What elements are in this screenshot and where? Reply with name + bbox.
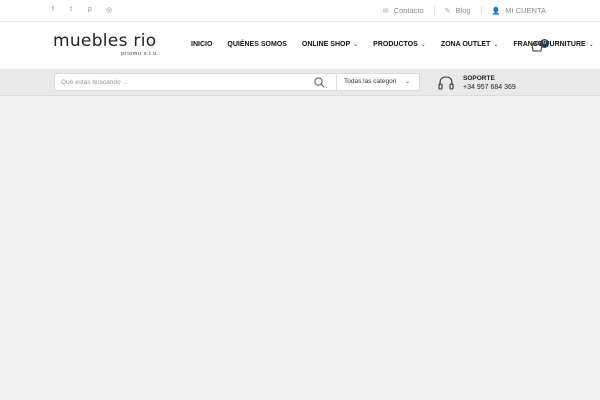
social-links: f t p ◎	[52, 6, 124, 14]
chevron-down-icon[interactable]: ⌄	[405, 78, 410, 85]
top-bar: f t p ◎ ✉ Contacto ✎ Blog 👤 MI CUENTA	[0, 0, 600, 22]
nav-item-online-shop[interactable]: ONLINE SHOP ⌄	[302, 41, 358, 48]
category-select[interactable]: Todas las categori	[344, 78, 396, 85]
chevron-down-icon: ⌄	[353, 42, 359, 48]
twitter-icon[interactable]: t	[70, 6, 88, 14]
support-block: SOPORTE +34 957 684 369	[437, 74, 516, 92]
user-icon: 👤	[491, 7, 501, 15]
instagram-icon[interactable]: ◎	[106, 6, 124, 14]
search-form: Todas las categori ⌄	[54, 73, 420, 91]
nav-item-franco-furniture[interactable]: FRANCO FURNITURE ⌄	[513, 41, 593, 48]
nav-item-label: ZONA OUTLET	[440, 41, 491, 48]
nav-item-inicio[interactable]: INICIO	[191, 41, 212, 48]
search-divider	[336, 74, 337, 90]
page-content-area	[0, 97, 600, 400]
cart-count-badge: 0	[540, 39, 549, 48]
divider	[433, 6, 435, 15]
blog-link[interactable]: ✎ Blog	[445, 6, 471, 15]
logo-tagline: priomu s.l.u.	[121, 51, 159, 57]
nav-item-label: INICIO	[191, 41, 213, 48]
chevron-down-icon: ⌄	[588, 42, 594, 48]
divider	[480, 6, 482, 15]
account-label: MI CUENTA	[505, 6, 546, 15]
contact-label: Contacto	[393, 6, 424, 15]
account-link[interactable]: 👤 MI CUENTA	[492, 6, 546, 15]
support-text: SOPORTE +34 957 684 369	[463, 75, 516, 92]
cart-button[interactable]: 0	[531, 39, 549, 53]
search-icon[interactable]	[314, 77, 325, 91]
support-label: SOPORTE	[463, 74, 495, 82]
nav-item-label: ONLINE SHOP	[301, 41, 351, 48]
contact-link[interactable]: ✉ Contacto	[383, 6, 424, 15]
facebook-icon[interactable]: f	[52, 6, 70, 14]
chevron-down-icon: ⌄	[493, 42, 499, 48]
chevron-down-icon: ⌄	[420, 42, 426, 48]
search-input[interactable]	[61, 77, 301, 88]
nav-item-productos[interactable]: PRODUCTOS ⌄	[373, 41, 426, 48]
nav-item-quienes-somos[interactable]: QUIÉNES SOMOS	[227, 41, 287, 48]
pinterest-icon[interactable]: p	[88, 6, 106, 14]
mail-icon: ✉	[382, 7, 389, 15]
support-phone[interactable]: +34 957 684 369	[463, 83, 516, 92]
logo-wordmark: muebles rio	[53, 31, 157, 51]
headset-icon	[437, 74, 455, 92]
top-links: ✉ Contacto ✎ Blog 👤 MI CUENTA	[383, 6, 546, 15]
blog-icon: ✎	[444, 7, 451, 15]
nav-item-label: FRANCO FURNITURE	[513, 41, 586, 48]
nav-item-zona-outlet[interactable]: ZONA OUTLET ⌄	[441, 41, 499, 48]
main-header: muebles rio priomu s.l.u. INICIO QUIÉNES…	[0, 22, 600, 69]
site-logo[interactable]: muebles rio priomu s.l.u.	[53, 31, 159, 58]
nav-item-label: QUIÉNES SOMOS	[227, 41, 287, 48]
blog-label: Blog	[455, 6, 471, 15]
nav-item-label: PRODUCTOS	[373, 41, 418, 48]
